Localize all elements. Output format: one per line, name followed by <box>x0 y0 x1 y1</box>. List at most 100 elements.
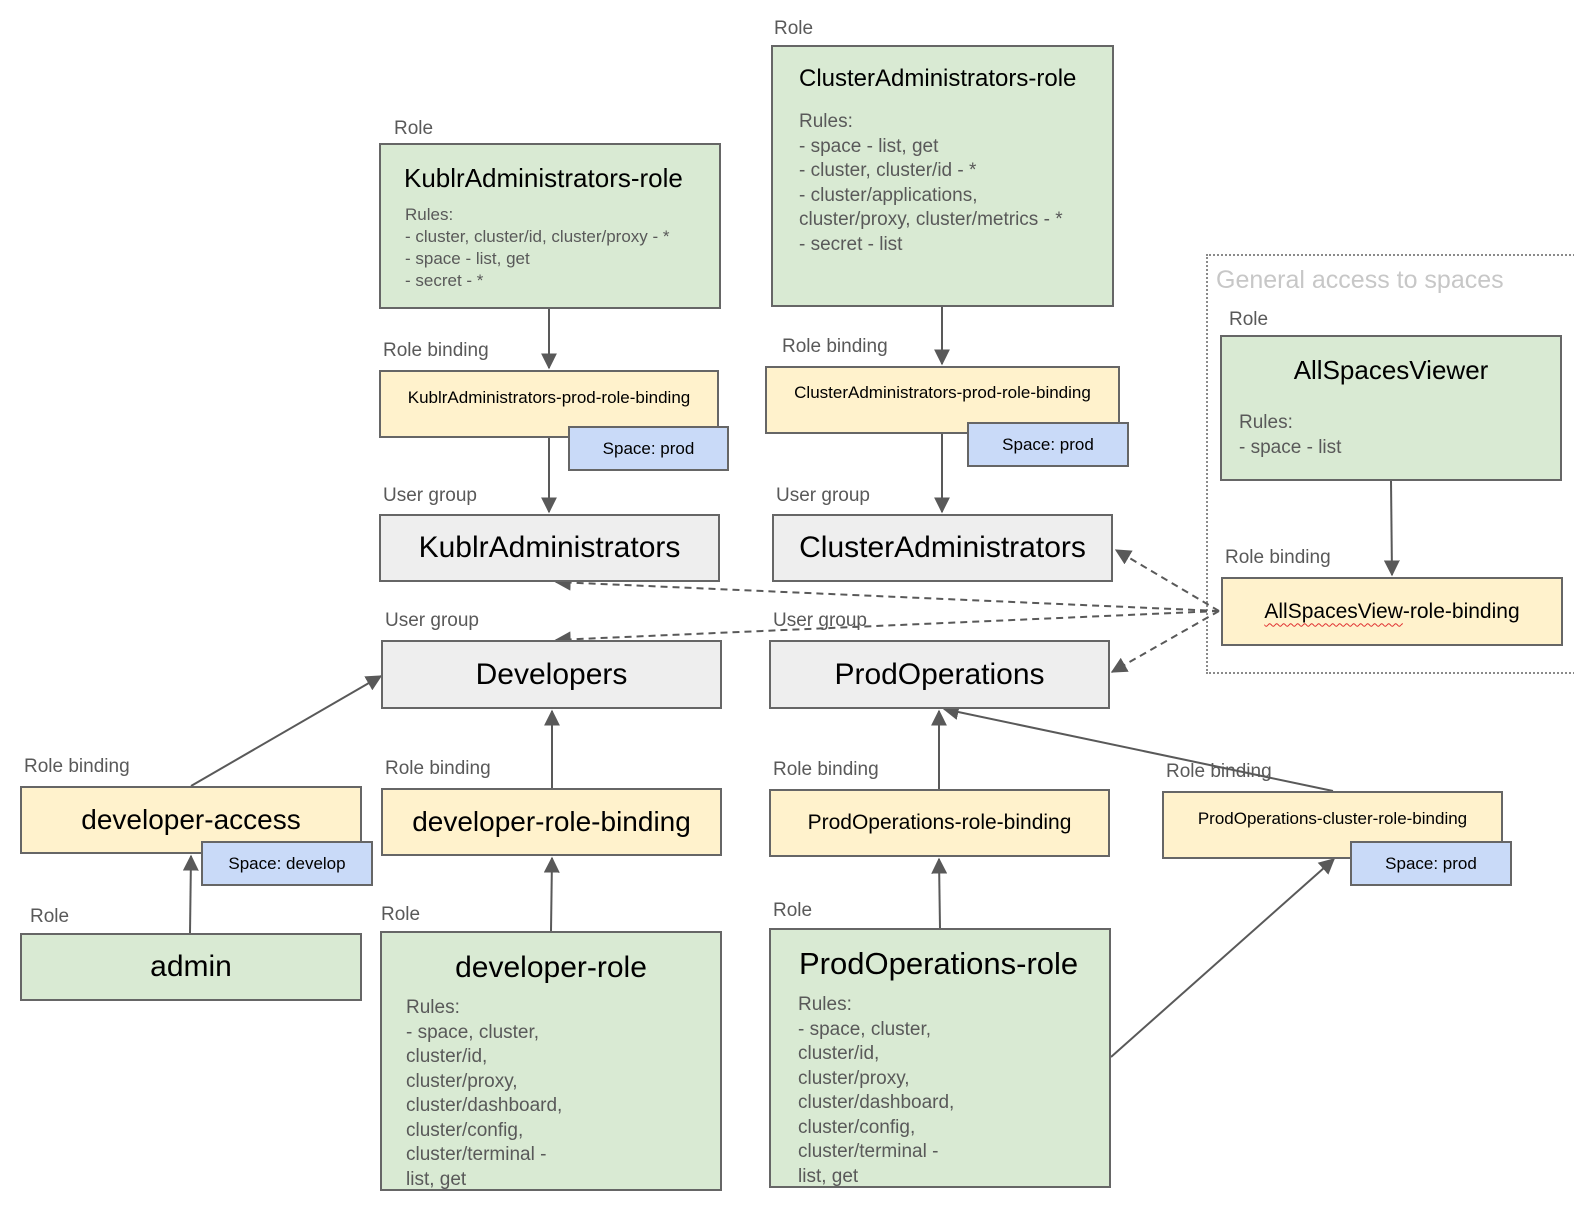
kublr-admins-group-node[interactable]: KublrAdministrators <box>379 514 720 582</box>
rule-line: cluster/terminal - <box>406 1144 547 1165</box>
all-spaces-viewer-title: AllSpacesViewer <box>1293 355 1489 385</box>
edge-developer-access-binding-to-developers-group <box>190 675 383 787</box>
developer-role-type-label: Role <box>381 904 421 925</box>
spellcheck-underlined-word: AllSpacesView <box>1264 599 1403 623</box>
cluster-admin-role-rules: Rules: - space - list, get - cluster, cl… <box>799 110 1063 257</box>
developer-role-binding-node[interactable]: developer-role-binding <box>381 788 722 856</box>
developer-role-title: developer-role <box>455 951 647 984</box>
kublr-admin-binding-type-label: Role binding <box>383 340 489 361</box>
developers-group-title: Developers <box>475 657 628 691</box>
edge-all-spaces-view-binding-to-kublr-admins-group <box>554 574 1220 612</box>
cluster-admins-group-node[interactable]: ClusterAdministrators <box>772 514 1113 582</box>
all-spaces-viewer-rules: Rules: - space - list <box>1239 411 1341 460</box>
rule-line: cluster/config, <box>406 1119 524 1141</box>
title-suffix: -role-binding <box>1402 599 1520 623</box>
all-spaces-view-binding-node[interactable]: AllSpacesView-role-binding <box>1221 577 1563 646</box>
space-badge-label: Space: prod <box>1002 434 1094 454</box>
kublr-admin-role-rules: Rules: - cluster, cluster/id, cluster/pr… <box>405 204 670 292</box>
edge-prod-operations-role-to-prod-operations-binding <box>931 857 948 929</box>
kublr-admin-role-title: KublrAdministrators-role <box>404 163 683 193</box>
edge-all-spaces-view-binding-to-prod-operations-group <box>1110 610 1220 673</box>
rule-line: - space - list, get <box>405 249 530 268</box>
developers-group-node[interactable]: Developers <box>381 640 722 709</box>
kublr-admin-role-node[interactable]: KublrAdministrators-role Rules: - cluste… <box>379 143 721 309</box>
edge-developer-role-to-developer-role-binding <box>543 856 560 932</box>
prod-operations-group-node[interactable]: ProdOperations <box>769 640 1110 709</box>
cluster-admin-binding-space-badge: Space: prod <box>967 422 1129 467</box>
rule-line: - space, cluster, <box>798 1018 932 1040</box>
prod-operations-group-type-label: User group <box>773 610 867 631</box>
prod-operations-binding-node[interactable]: ProdOperations-role-binding <box>769 789 1110 857</box>
rule-line: - space - list, get <box>799 135 939 157</box>
developer-role-node[interactable]: developer-role Rules: - space, cluster, … <box>380 931 722 1191</box>
rule-line: cluster/dashboard, <box>406 1095 563 1116</box>
rule-line: - space, cluster, <box>406 1021 540 1043</box>
rule-line: cluster/terminal - <box>798 1141 939 1162</box>
rule-line: cluster/config, <box>798 1116 916 1138</box>
rule-line: cluster/proxy, cluster/metrics - * <box>799 209 1063 230</box>
developers-group-type-label: User group <box>385 610 479 631</box>
kublr-admin-binding-space-badge: Space: prod <box>568 426 729 471</box>
cluster-admins-group-type-label: User group <box>776 485 870 506</box>
all-spaces-view-binding-type-label: Role binding <box>1225 547 1331 568</box>
rule-line: - secret - list <box>799 233 903 255</box>
space-badge-label: Space: prod <box>602 438 695 458</box>
prod-operations-binding-type-label: Role binding <box>773 759 879 780</box>
prod-operations-cluster-binding-type-label: Role binding <box>1166 761 1272 782</box>
admin-role-node[interactable]: admin <box>20 933 362 1001</box>
prod-operations-role-title: ProdOperations-role <box>799 946 1079 981</box>
rules-header: Rules: <box>798 994 852 1015</box>
diagram-canvas: General access to spaces Role KublrAdmin… <box>0 0 1574 1212</box>
rule-line: cluster/id, <box>798 1043 880 1064</box>
rule-line: - secret - * <box>405 271 484 290</box>
rule-line: - cluster, cluster/id - * <box>799 160 977 181</box>
rule-line: - cluster, cluster/id, cluster/proxy - * <box>405 227 670 246</box>
developer-access-space-badge: Space: develop <box>201 841 373 886</box>
cluster-admin-role-title: ClusterAdministrators-role <box>799 65 1077 92</box>
space-badge-label: Space: prod <box>1385 853 1477 873</box>
prod-operations-binding-title: ProdOperations-role-binding <box>807 811 1072 834</box>
rules-header: Rules: <box>406 997 460 1018</box>
cluster-admin-role-node[interactable]: ClusterAdministrators-role Rules: - spac… <box>771 45 1114 307</box>
space-badge-label: Space: develop <box>228 853 346 873</box>
prod-operations-group-title: ProdOperations <box>834 657 1045 691</box>
prod-operations-role-node[interactable]: ProdOperations-role Rules: - space, clus… <box>769 928 1111 1188</box>
developer-role-rules: Rules: - space, cluster, cluster/id, clu… <box>406 996 562 1192</box>
admin-role-title: admin <box>150 950 232 983</box>
prod-operations-cluster-space-badge: Space: prod <box>1350 841 1512 886</box>
edge-all-spaces-view-binding-to-cluster-admins-group <box>1114 549 1220 612</box>
developer-access-binding-type-label: Role binding <box>24 756 130 777</box>
prod-operations-cluster-binding-title: ProdOperations-cluster-role-binding <box>1197 809 1468 828</box>
prod-operations-role-type-label: Role <box>773 900 813 921</box>
kublr-admins-group-title: KublrAdministrators <box>418 531 681 564</box>
developer-role-binding-type-label: Role binding <box>385 758 491 779</box>
cluster-admin-binding-title: ClusterAdministrators-prod-role-binding <box>794 383 1091 402</box>
all-spaces-viewer-type-label: Role <box>1229 309 1269 330</box>
kublr-admin-role-type-label: Role <box>394 118 434 139</box>
cluster-admin-role-type-label: Role <box>774 18 814 39</box>
rule-line: - space - list <box>1239 436 1342 458</box>
rule-line: cluster/proxy, <box>798 1067 910 1089</box>
rule-line: list, get <box>406 1168 467 1190</box>
rules-header: Rules: <box>1239 412 1293 433</box>
developer-role-binding-title: developer-role-binding <box>412 806 691 837</box>
developer-access-binding-title: developer-access <box>81 804 301 835</box>
edge-admin-role-to-developer-access-binding <box>182 854 199 934</box>
rule-line: - cluster/applications, <box>799 184 978 206</box>
rule-line: cluster/id, <box>406 1046 488 1067</box>
rule-line: cluster/dashboard, <box>798 1092 955 1113</box>
kublr-admins-group-type-label: User group <box>383 485 477 506</box>
prod-operations-role-rules: Rules: - space, cluster, cluster/id, clu… <box>798 993 954 1189</box>
admin-role-type-label: Role <box>30 906 70 927</box>
kublr-admin-binding-title: KublrAdministrators-prod-role-binding <box>407 388 691 407</box>
all-spaces-view-binding-title: AllSpacesView-role-binding <box>1264 600 1519 624</box>
rule-line: list, get <box>798 1165 859 1187</box>
edge-all-spaces-view-binding-to-developers-group <box>554 610 1220 648</box>
rules-header: Rules: <box>799 111 853 132</box>
cluster-admins-group-title: ClusterAdministrators <box>799 531 1086 564</box>
all-spaces-viewer-node[interactable]: AllSpacesViewer Rules: - space - list <box>1220 335 1562 481</box>
edge-prod-operations-role-to-prod-operations-cluster-binding <box>1110 858 1335 1058</box>
general-access-frame-title: General access to spaces <box>1216 266 1504 294</box>
rules-header: Rules: <box>405 205 454 224</box>
cluster-admin-binding-type-label: Role binding <box>782 336 888 357</box>
